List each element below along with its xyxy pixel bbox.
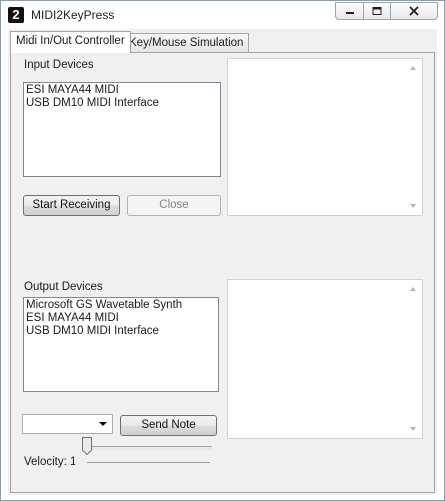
- velocity-slider[interactable]: [75, 437, 218, 479]
- output-devices-label: Output Devices: [24, 281, 103, 293]
- input-devices-label: Input Devices: [24, 59, 94, 71]
- close-window-button[interactable]: [390, 2, 438, 20]
- send-note-button[interactable]: Send Note: [120, 415, 217, 436]
- output-device-item[interactable]: ESI MAYA44 MIDI: [26, 312, 216, 325]
- input-device-item[interactable]: USB DM10 MIDI Interface: [26, 97, 218, 110]
- chevron-down-icon[interactable]: [99, 422, 107, 426]
- scroll-up-arrow-icon[interactable]: [410, 66, 416, 70]
- output-device-item[interactable]: USB DM10 MIDI Interface: [26, 325, 216, 338]
- close-button[interactable]: Close: [127, 195, 221, 216]
- maximize-icon: [372, 7, 382, 15]
- velocity-slider-track[interactable]: [87, 446, 212, 450]
- title-bar[interactable]: 2 MIDI2KeyPress: [1, 1, 444, 28]
- output-log-scrollbar[interactable]: [406, 281, 421, 437]
- velocity-slider-ticks: [87, 462, 210, 463]
- tab-midi-in-out-controller[interactable]: Midi In/Out Controller: [10, 31, 131, 53]
- velocity-label: Velocity: 1: [24, 456, 77, 468]
- start-receiving-button[interactable]: Start Receiving: [23, 195, 120, 216]
- client-area: Midi In/Out Controller Key/Mouse Simulat…: [8, 29, 437, 495]
- window-title: MIDI2KeyPress: [31, 8, 115, 22]
- input-log-textbox[interactable]: [227, 58, 423, 216]
- close-icon: [409, 6, 419, 16]
- midi-controller-panel: Input Devices ESI MAYA44 MIDI USB DM10 M…: [10, 52, 435, 493]
- note-select[interactable]: [22, 414, 113, 434]
- output-device-item[interactable]: Microsoft GS Wavetable Synth: [26, 299, 216, 312]
- output-devices-list[interactable]: Microsoft GS Wavetable Synth ESI MAYA44 …: [23, 297, 219, 392]
- scroll-up-arrow-icon[interactable]: [410, 287, 416, 291]
- app-window: 2 MIDI2KeyPress Midi In/Out Controller K…: [0, 0, 445, 501]
- velocity-slider-thumb[interactable]: [82, 437, 92, 455]
- input-devices-list[interactable]: ESI MAYA44 MIDI USB DM10 MIDI Interface: [23, 82, 221, 177]
- input-device-item[interactable]: ESI MAYA44 MIDI: [26, 84, 218, 97]
- scroll-down-arrow-icon[interactable]: [410, 204, 416, 208]
- output-log-textbox[interactable]: [227, 279, 423, 439]
- maximize-button[interactable]: [363, 2, 391, 20]
- scroll-down-arrow-icon[interactable]: [410, 427, 416, 431]
- input-log-scrollbar[interactable]: [406, 60, 421, 214]
- tab-key-mouse-simulation[interactable]: Key/Mouse Simulation: [123, 33, 250, 53]
- minimize-icon: [345, 12, 354, 14]
- app-icon: 2: [8, 7, 24, 23]
- minimize-button[interactable]: [335, 2, 364, 20]
